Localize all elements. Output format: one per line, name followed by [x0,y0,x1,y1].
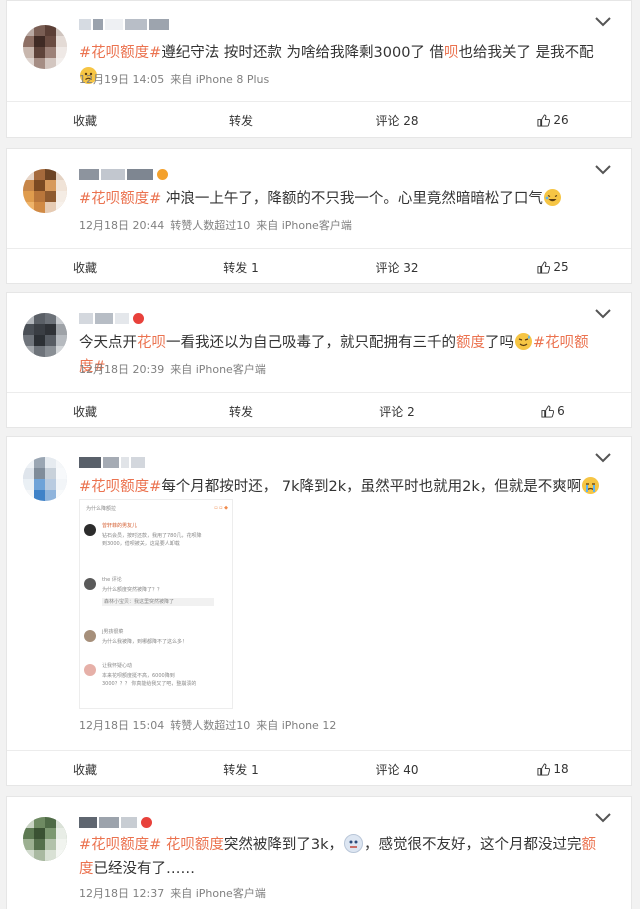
post-text: #花呗额度# 花呗额度突然被降到了3k， ，感觉很不友好，这个月都没过完额度已经没… [79,833,601,881]
post-card: #花呗额度# 花呗额度突然被降到了3k， ，感觉很不友好，这个月都没过完额度已经没… [6,796,632,909]
post-source: 来自 iPhone 12 [256,719,337,732]
post-meta: 12月18日 20:39 来自 iPhone客户端 [79,361,272,377]
post-date[interactable]: 12月18日 20:39 [79,363,164,376]
favorite-button[interactable]: 收藏 [7,249,163,285]
topic-tag[interactable]: #花呗额度# [79,45,161,61]
embed-reaction-icons: ▫ ▫ ◆ [214,505,228,511]
like-button[interactable]: 18 [475,751,631,787]
chevron-down-icon[interactable] [593,307,613,321]
post-text: #花呗额度# 冲浪一上午了，降额的不只我一个。心里竟然暗暗松了口气 [79,187,601,211]
action-bar: 收藏 转发 1 评论 40 18 [7,750,631,787]
post-source: 来自 iPhone客户端 [170,887,266,900]
favorite-button[interactable]: 收藏 [7,102,163,138]
like-button[interactable]: 26 [475,102,631,138]
post-card: 今天点开花呗一看我还以为自己吸毒了，就只配拥有三千的额度了吗 #花呗额度# 12月… [6,292,632,428]
chevron-down-icon[interactable] [593,811,613,825]
post-meta: 12月19日 14:05 来自 iPhone 8 Plus [79,71,275,87]
avatar [84,664,96,676]
username-blurred[interactable] [79,817,154,828]
favorite-button[interactable]: 收藏 [7,393,163,429]
action-bar: 收藏 转发 评论 2 6 [7,392,631,429]
avatar [84,524,96,536]
topic-tag[interactable]: #花呗额度# [79,191,161,207]
comment-button[interactable]: 评论 32 [319,249,475,285]
embedded-screenshot[interactable]: 为什么降额拉 ▫ ▫ ◆ 曾轩菲的男友儿 钻石会员，按时还款，我用了780几，花… [79,499,233,709]
post-meta: 12月18日 12:37 来自 iPhone客户端 [79,885,272,901]
vip-badge-icon [133,313,144,324]
avatar[interactable] [23,313,67,357]
post-source: 来自 iPhone 8 Plus [170,73,270,86]
embed-line: 3000？？？ 你真能给我又了吧，整崩溃的 [102,681,197,687]
vip-badge-icon [141,817,152,828]
username-blurred[interactable] [79,457,147,468]
chevron-down-icon[interactable] [593,451,613,465]
embed-line: 到3000，借呗被关，这是要人卸载 [102,541,180,547]
comment-button[interactable]: 评论 2 [319,393,475,429]
vip-badge-icon [157,169,168,180]
avatar[interactable] [23,169,67,213]
username-blurred[interactable] [79,169,170,180]
post-source: 来自 iPhone客户端 [170,363,266,376]
weibo-feed: #花呗额度#遵纪守法 按时还款 为啥给我降剩3000了 借呗也给我关了 是我不配… [0,0,640,909]
post-meta: 12月18日 20:44 转赞人数超过10 来自 iPhone客户端 [79,217,358,233]
repost-button[interactable]: 转发 1 [163,751,319,787]
face-emoji-icon [344,834,364,853]
post-card: #花呗额度# 冲浪一上午了，降额的不只我一个。心里竟然暗暗松了口气 12月18日… [6,148,632,284]
action-bar: 收藏 转发 评论 28 26 [7,101,631,138]
like-button[interactable]: 25 [475,249,631,285]
crying-emoji-icon [582,477,600,494]
embed-line: 让我怀疑心动 [102,663,133,669]
like-button[interactable]: 6 [475,393,631,429]
embed-line: 为什么降额拉 [86,506,117,512]
reposts-note: 转赞人数超过10 [170,719,251,732]
username-blurred[interactable] [79,313,146,324]
repost-button[interactable]: 转发 [163,393,319,429]
repost-button[interactable]: 转发 1 [163,249,319,285]
embed-line: j男孩很菜 [102,629,124,635]
embed-line: 钻石会员，按时还款，我用了780几，花呗降 [102,533,202,539]
post-date[interactable]: 12月18日 15:04 [79,719,164,732]
avatar[interactable] [23,817,67,861]
favorite-button[interactable]: 收藏 [7,751,163,787]
sweat-smile-emoji-icon [515,333,532,350]
embed-line: 本来花呗额度挺不高，6000降到 [102,673,175,679]
post-text: #花呗额度#每个月都按时还， 7k降到2k，虽然平时也就用2k，但就是不爽啊 [79,475,601,499]
avatar[interactable] [23,25,67,69]
post-card: #花呗额度#每个月都按时还， 7k降到2k，虽然平时也就用2k，但就是不爽啊 为… [6,436,632,786]
avatar [84,578,96,590]
thumbs-up-icon [541,404,555,418]
laughing-emoji-icon [543,189,561,206]
thumbs-up-icon [537,762,551,776]
post-date[interactable]: 12月19日 14:05 [79,73,164,86]
username-blurred[interactable] [79,19,171,30]
avatar[interactable] [23,457,67,501]
comment-button[interactable]: 评论 40 [319,751,475,787]
embed-line: 森林小宝贝：我这里突然被降了 [102,598,214,606]
chevron-down-icon[interactable] [593,163,613,177]
post-date[interactable]: 12月18日 12:37 [79,887,164,900]
post-source: 来自 iPhone客户端 [256,219,352,232]
topic-tag[interactable]: #花呗额度# [79,837,161,853]
embed-line: 曾轩菲的男友儿 [102,523,138,529]
post-date[interactable]: 12月18日 20:44 [79,219,164,232]
topic-tag[interactable]: #花呗额度# [79,479,161,495]
embed-line: 为什么我被降，到哪都降不了这么多！ [102,639,188,645]
topic-link[interactable]: 花呗额度 [166,837,224,853]
avatar [84,630,96,642]
repost-button[interactable]: 转发 [163,102,319,138]
action-bar: 收藏 转发 1 评论 32 25 [7,248,631,285]
post-card: #花呗额度#遵纪守法 按时还款 为啥给我降剩3000了 借呗也给我关了 是我不配… [6,0,632,138]
embed-line: 为什么额度突然被降了？？ [102,587,163,593]
embed-line: the 评论 [102,577,122,583]
post-meta: 12月18日 15:04 转赞人数超过10 来自 iPhone 12 [79,717,342,733]
thumbs-up-icon [537,260,551,274]
reposts-note: 转赞人数超过10 [170,219,251,232]
comment-button[interactable]: 评论 28 [319,102,475,138]
thumbs-up-icon [537,113,551,127]
chevron-down-icon[interactable] [593,15,613,29]
